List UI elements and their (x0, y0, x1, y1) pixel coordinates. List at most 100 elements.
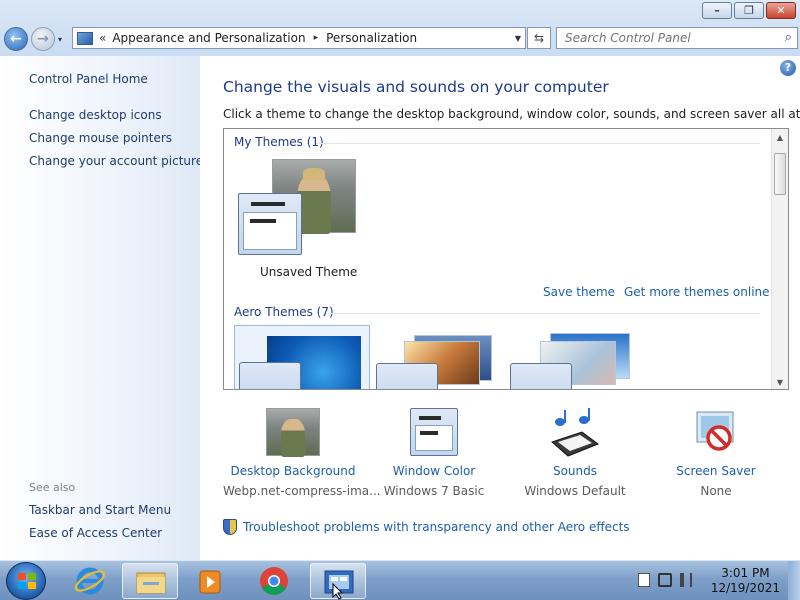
page-subtitle: Click a theme to change the desktop back… (223, 107, 800, 121)
control-panel-home-link[interactable]: Control Panel Home (29, 72, 148, 86)
change-desktop-icons-link[interactable]: Change desktop icons (29, 108, 162, 122)
group-divider (328, 313, 760, 314)
taskbar-media-player[interactable] (182, 563, 238, 599)
action-center-flag-icon[interactable] (638, 573, 650, 587)
screen-saver-value: None (700, 484, 732, 498)
see-also-label: See also (29, 481, 76, 494)
search-icon[interactable]: ⌕ (785, 30, 792, 45)
file-explorer-icon (136, 572, 166, 594)
chrome-icon (260, 567, 288, 595)
window-color-title[interactable]: Window Color (364, 464, 504, 478)
maximize-button[interactable]: ❐ (734, 2, 764, 19)
aero-theme-characters[interactable] (510, 327, 634, 389)
person-image (281, 419, 305, 457)
hair-image (303, 168, 325, 180)
network-icon[interactable] (658, 573, 672, 587)
breadcrumb-separator-icon[interactable]: ▸ (314, 33, 319, 43)
group-divider (316, 143, 760, 144)
taskbar-file-explorer[interactable] (122, 563, 178, 599)
my-themes-heading: My Themes (1) (234, 135, 324, 149)
media-player-icon (199, 570, 221, 594)
address-overflow-chevron[interactable]: « (99, 31, 106, 45)
back-button[interactable]: ← (4, 27, 28, 51)
minimize-icon: – (714, 4, 720, 17)
window-color-preview (238, 193, 302, 255)
taskbar-control-panel[interactable] (310, 563, 366, 600)
forward-button[interactable]: → (31, 27, 55, 51)
left-pane: Control Panel Home Change desktop icons … (0, 56, 203, 560)
sounds-icon (551, 408, 600, 457)
page-title: Change the visuals and sounds on your co… (223, 78, 609, 96)
theme-list[interactable]: My Themes (1) Unsaved Theme Save theme G… (223, 128, 789, 390)
breadcrumb-appearance[interactable]: Appearance and Personalization (112, 31, 305, 45)
ease-of-access-link[interactable]: Ease of Access Center (29, 526, 162, 540)
window-color-preview (376, 363, 438, 389)
show-desktop-button[interactable] (788, 561, 800, 600)
close-button[interactable]: ✕ (766, 2, 796, 19)
taskbar-start-menu-link[interactable]: Taskbar and Start Menu (29, 503, 171, 517)
aero-theme-architecture[interactable] (376, 327, 494, 389)
scroll-thumb[interactable] (774, 153, 786, 195)
back-arrow-icon: ← (10, 31, 22, 47)
minimize-button[interactable]: – (702, 2, 732, 19)
clock-time: 3:01 PM (721, 566, 770, 580)
desktop-background-title[interactable]: Desktop Background (223, 464, 363, 478)
address-dropdown-icon[interactable]: ▼ (511, 34, 525, 43)
window-color-preview (510, 363, 572, 389)
screen-saver-title[interactable]: Screen Saver (646, 464, 786, 478)
screen-saver-icon (696, 411, 734, 451)
taskbar-chrome[interactable] (246, 563, 302, 599)
control-panel-icon (77, 31, 93, 45)
window-body-preview (415, 425, 453, 451)
maximize-icon: ❐ (744, 4, 754, 17)
window-color-icon (410, 408, 458, 456)
content-line (250, 219, 276, 223)
window-color-value: Windows 7 Basic (383, 484, 485, 498)
address-bar[interactable]: « Appearance and Personalization ▸ Perso… (72, 27, 526, 49)
sounds-value: Windows Default (524, 484, 626, 498)
windows-flag-icon (18, 573, 36, 590)
scroll-down-icon[interactable]: ▼ (772, 378, 788, 387)
theme-list-scrollbar[interactable]: ▲ ▼ (771, 129, 788, 389)
control-panel-icon (324, 570, 354, 600)
window-controls: – ❐ ✕ (702, 2, 796, 19)
troubleshoot-link[interactable]: Troubleshoot problems with transparency … (243, 520, 630, 534)
scroll-up-icon[interactable]: ▲ (772, 133, 788, 142)
search-box: ⌕ (556, 27, 798, 49)
troubleshoot-row: Troubleshoot problems with transparency … (223, 519, 630, 535)
titlebar-line (251, 202, 285, 206)
titlebar-line (419, 416, 441, 420)
unsaved-theme-label: Unsaved Theme (260, 265, 358, 279)
window-color-preview (239, 362, 301, 389)
main-content: ? Change the visuals and sounds on your … (200, 56, 800, 560)
sounds-title[interactable]: Sounds (505, 464, 645, 478)
system-tray: 3:01 PM 12/19/2021 (630, 561, 800, 600)
window-chrome: – ❐ ✕ ← → ▾ « Appearance and Personaliza… (0, 0, 800, 56)
desktop-background-icon (266, 408, 320, 457)
close-icon: ✕ (776, 4, 786, 17)
volume-icon[interactable] (680, 573, 692, 587)
forward-arrow-icon: → (37, 31, 49, 47)
get-more-themes-link[interactable]: Get more themes online (624, 285, 770, 299)
recent-pages-dropdown[interactable]: ▾ (58, 35, 62, 44)
change-mouse-pointers-link[interactable]: Change mouse pointers (29, 131, 172, 145)
search-input[interactable] (557, 28, 767, 48)
window-color-card (410, 408, 458, 456)
taskbar: 3:01 PM 12/19/2021 (0, 560, 800, 600)
taskbar-internet-explorer[interactable] (62, 563, 118, 599)
change-account-picture-link[interactable]: Change your account picture (29, 154, 203, 168)
window-body-preview (243, 212, 297, 250)
refresh-icon: ⇆ (533, 31, 545, 45)
breadcrumb-personalization[interactable]: Personalization (326, 31, 417, 45)
refresh-button[interactable]: ⇆ (527, 27, 551, 49)
content-line (420, 431, 438, 435)
aero-themes-heading: Aero Themes (7) (234, 305, 334, 319)
save-theme-link[interactable]: Save theme (543, 285, 615, 299)
aero-theme-windows7[interactable] (234, 325, 370, 389)
start-button[interactable] (6, 562, 46, 600)
clock[interactable]: 3:01 PM 12/19/2021 (711, 566, 780, 596)
help-icon[interactable]: ? (780, 60, 796, 76)
person-image (297, 174, 331, 234)
internet-explorer-icon (74, 567, 106, 595)
unsaved-theme-tile[interactable]: Unsaved Theme (236, 159, 366, 279)
